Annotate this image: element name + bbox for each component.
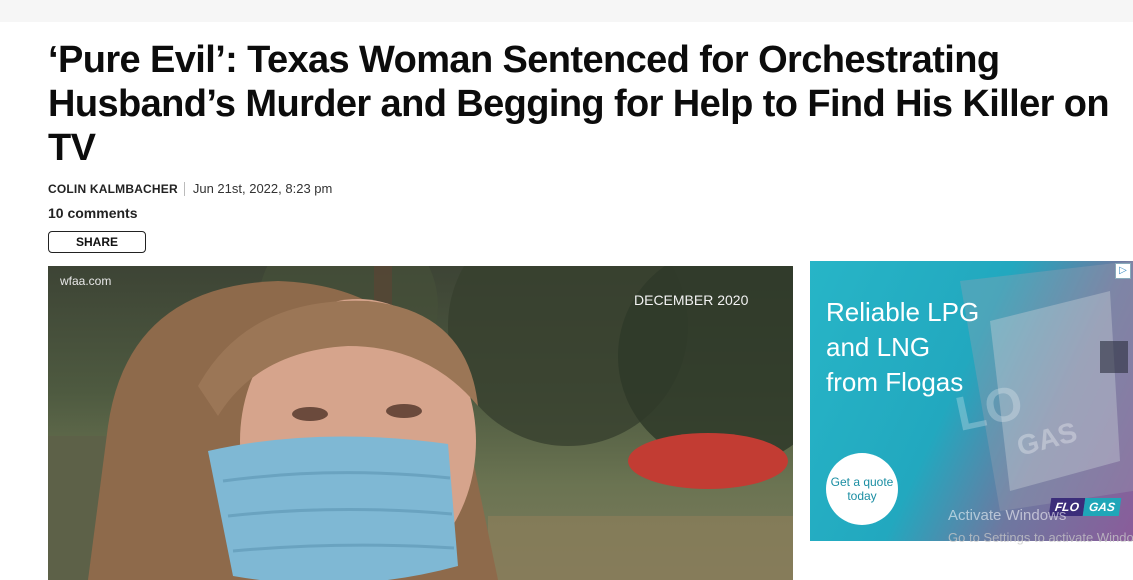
ad-headline-line: Reliable LPG xyxy=(826,297,980,327)
ad-headline-line: from Flogas xyxy=(826,367,964,397)
byline-divider xyxy=(183,181,185,196)
get-quote-button[interactable]: Get a quote today xyxy=(826,453,898,525)
video-source-watermark: wfaa.com xyxy=(60,274,112,288)
activate-windows-title: Activate Windows xyxy=(948,507,1067,524)
ad-headline-line: and LNG xyxy=(826,332,931,362)
activate-windows-subtitle: Go to Settings to activate Windows. xyxy=(948,530,1133,545)
ad-headline: Reliable LPG and LNG from Flogas xyxy=(826,295,979,400)
adchoices-icon[interactable]: ▷ xyxy=(1115,263,1131,279)
article-video[interactable]: wfaa.com DECEMBER 2020 xyxy=(48,266,793,580)
byline: COLIN KALMBACHER Jun 21st, 2022, 8:23 pm xyxy=(48,181,332,196)
comments-link[interactable]: 10 comments xyxy=(48,205,137,221)
article-headline: ‘Pure Evil’: Texas Woman Sentenced for O… xyxy=(48,39,1110,169)
video-frame-illustration xyxy=(48,266,793,580)
video-date-caption: DECEMBER 2020 xyxy=(634,292,749,308)
publish-date: Jun 21st, 2022, 8:23 pm xyxy=(192,181,333,196)
share-button[interactable]: SHARE xyxy=(48,231,146,253)
author-link[interactable]: COLIN KALMBACHER xyxy=(48,182,178,196)
flogas-logo-gas: GAS xyxy=(1082,498,1122,516)
top-strip xyxy=(0,0,1133,22)
